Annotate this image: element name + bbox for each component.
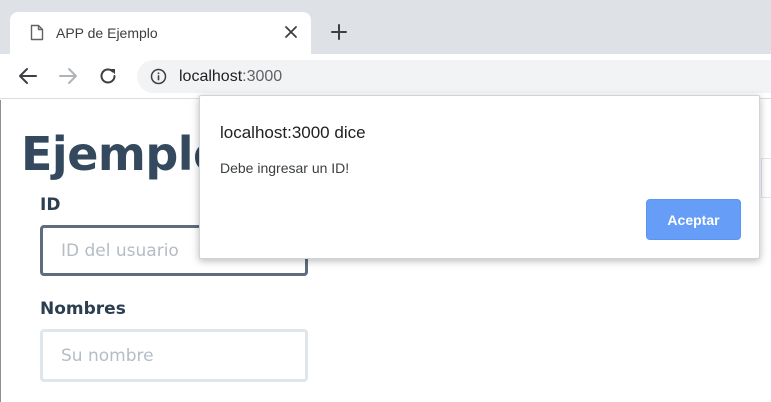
alert-dialog: localhost:3000 dice Debe ingresar un ID!… [199,95,760,259]
info-icon[interactable] [150,68,167,85]
id-label: ID [40,195,61,215]
tab-title: APP de Ejemplo [56,25,158,41]
page-title: Ejemplo [21,127,225,181]
url-host: localhost [179,68,243,85]
browser-tab[interactable]: APP de Ejemplo [10,12,311,54]
names-label: Nombres [40,299,126,319]
url-text: localhost:3000 [179,67,282,87]
dialog-title: localhost:3000 dice [220,123,366,142]
partial-element-edge [761,158,771,198]
arrow-left-icon[interactable] [17,65,39,87]
tab-strip: APP de Ejemplo [0,0,771,54]
reload-icon[interactable] [97,65,119,87]
address-bar[interactable]: localhost:3000 [137,60,771,93]
page-icon [30,24,44,41]
close-icon[interactable] [282,23,300,41]
accept-button[interactable]: Aceptar [646,199,741,240]
browser-toolbar: localhost:3000 [0,54,771,99]
names-input[interactable] [40,329,308,382]
plus-icon[interactable] [327,20,351,44]
url-port: :3000 [242,68,283,85]
arrow-right-icon[interactable] [57,65,79,87]
dialog-message: Debe ingresar un ID! [220,160,350,176]
